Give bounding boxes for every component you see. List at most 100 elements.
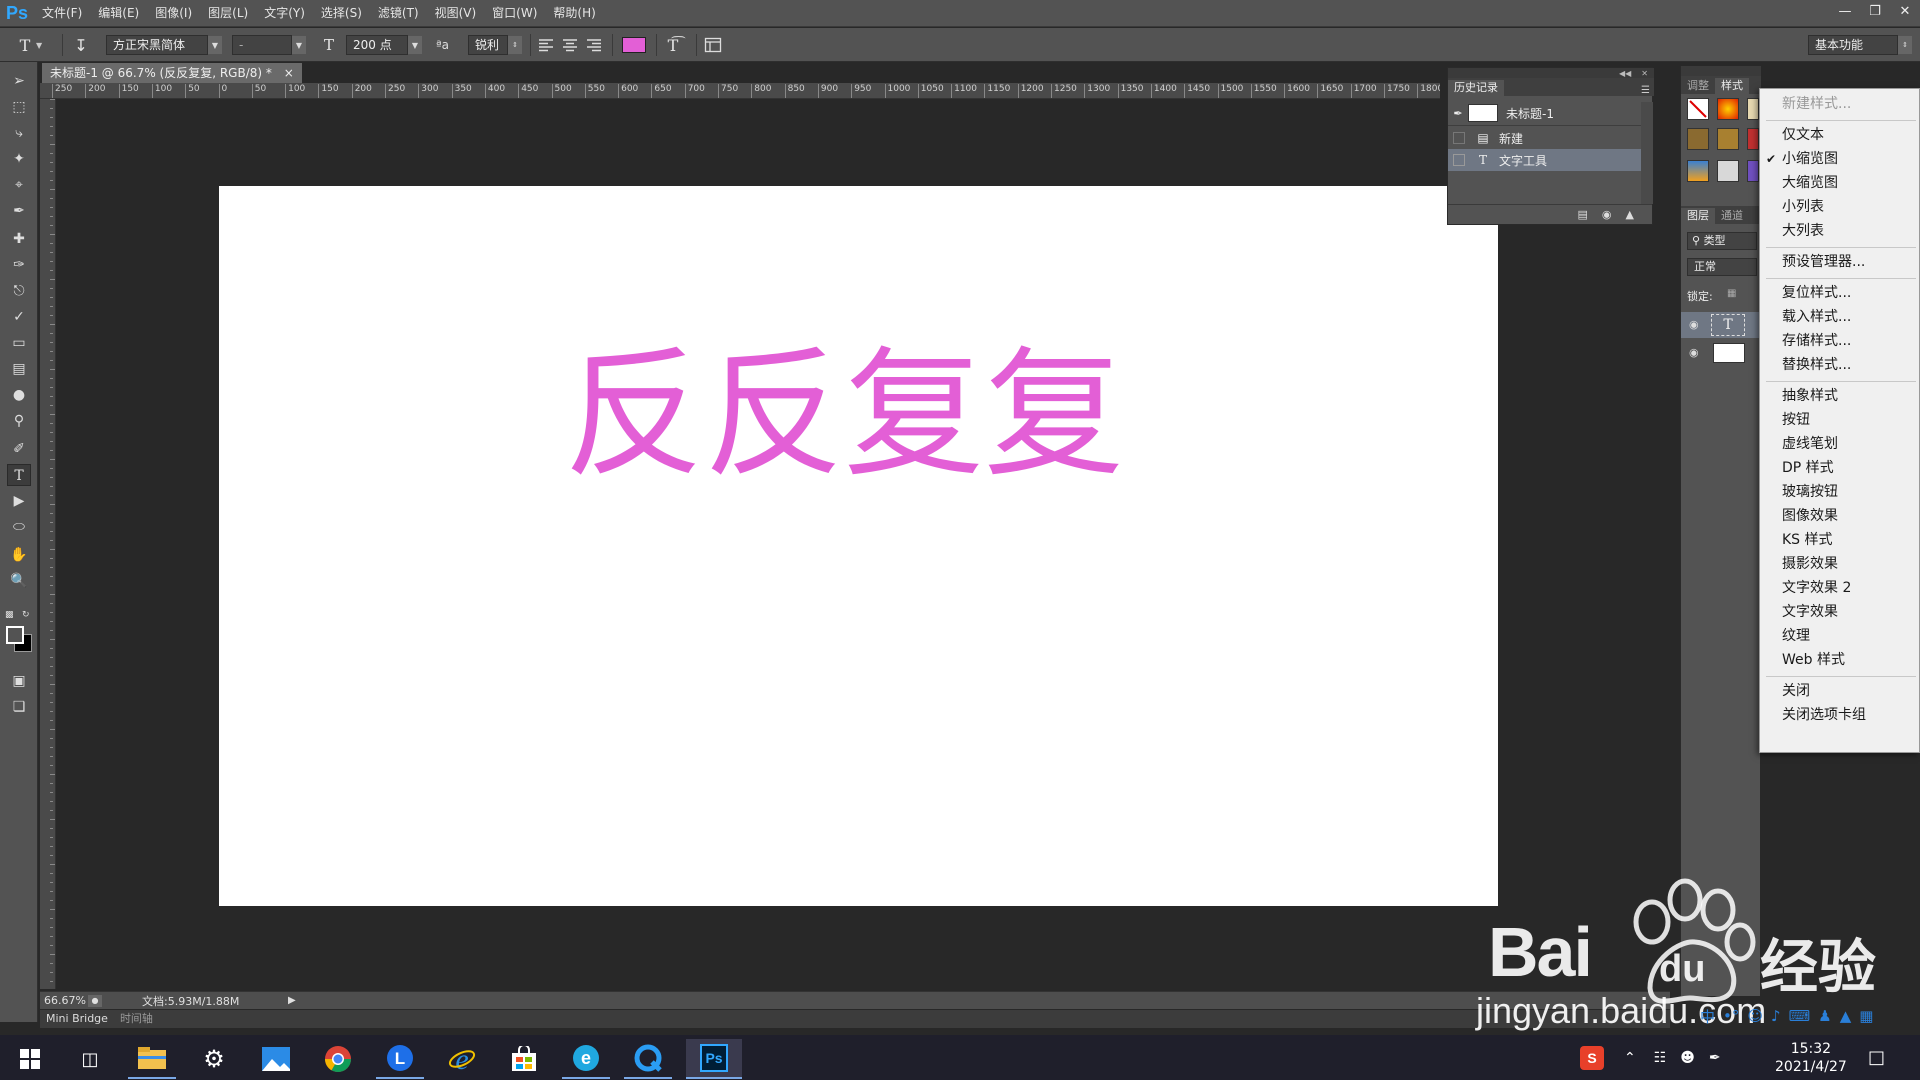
menu-item[interactable]: 文件(F) [34,0,90,27]
history-item-selected[interactable]: T 文字工具 [1448,149,1641,171]
zoom-tool-icon[interactable]: 🔍 [7,570,31,592]
tab-channels[interactable]: 通道 [1715,208,1749,224]
menu-item[interactable]: 编辑(E) [90,0,147,27]
eye-icon[interactable]: ◉ [1689,318,1699,331]
stamp-tool-icon[interactable]: ⎋ [7,280,31,302]
styles-menu-item[interactable]: 大列表 [1760,220,1919,242]
brush-tool-icon[interactable]: ✑ [7,254,31,276]
restore-icon[interactable]: ❐ [1860,0,1890,22]
styles-menu-item[interactable]: ✔ 小缩览图 [1760,148,1919,170]
workspace-select[interactable]: 基本功能 ⇕ [1808,34,1912,56]
antialias-select[interactable]: 锐利 ⇕ [468,34,522,56]
healing-brush-tool-icon[interactable]: ✚ [7,228,31,250]
voice-icon[interactable]: ♪ [1771,1007,1781,1025]
pen-tray-icon[interactable]: ✒ [1709,1050,1721,1066]
tool-preset-picker[interactable]: T ▼ [14,34,43,56]
foreground-color-swatch[interactable] [6,626,24,644]
menu-item[interactable]: 滤镜(T) [370,0,427,27]
history-item[interactable]: ▤ 新建 [1448,127,1641,149]
emoji-icon[interactable]: ☺ [1747,1007,1763,1025]
toggle-orientation-button[interactable]: ↧ [70,34,92,56]
styles-menu-item[interactable]: KS 样式 [1760,529,1919,551]
hand-tool-icon[interactable]: ✋ [7,544,31,566]
crop-tool-icon[interactable]: ⌖ [7,174,31,196]
menu-item[interactable]: 视图(V) [427,0,485,27]
align-center-button[interactable] [562,34,578,56]
styles-menu-item[interactable]: 替换样式... [1760,354,1919,376]
edge-browser-icon[interactable]: e [562,1039,610,1079]
camera-icon[interactable]: ◉ [1602,208,1612,221]
style-swatch[interactable] [1747,98,1759,120]
move-tool-icon[interactable]: ➢ [7,70,31,92]
minimize-icon[interactable]: — [1830,0,1860,22]
collapse-icon[interactable]: ◀◀ [1619,69,1631,78]
menu-item[interactable]: 窗口(W) [484,0,545,27]
font-size-select[interactable]: 200 点 ▼ [346,34,422,56]
styles-menu-item[interactable]: 文字效果 [1760,601,1919,623]
document-tab[interactable]: 未标题-1 @ 66.7% (反反复复, RGB/8) * × [42,63,302,83]
font-style-select[interactable]: - ▼ [232,34,306,56]
styles-menu-item[interactable]: 载入样式... [1760,306,1919,328]
styles-menu-item[interactable]: DP 样式 [1760,457,1919,479]
tab-adjustments[interactable]: 调整 [1681,78,1715,94]
canvas-text-layer[interactable]: 反反复复 [564,346,1124,486]
settings-gear-icon[interactable]: ⚙ [190,1039,238,1079]
zoom-level[interactable]: 66.67% [40,994,88,1007]
menu-item[interactable]: 图层(L) [200,0,256,27]
network-icon[interactable]: ☷ [1654,1050,1667,1066]
user-icon[interactable]: ♟ [1818,1007,1831,1025]
store-icon[interactable] [500,1039,548,1079]
warp-text-button[interactable]: T͡ [662,34,684,56]
history-snapshot[interactable]: ✒ 未标题-1 [1448,102,1641,124]
lasso-tool-icon[interactable]: ⤷ [7,122,31,144]
new-document-icon[interactable]: ▤ [1578,208,1588,221]
tab-mini-bridge[interactable]: Mini Bridge [40,1010,114,1028]
chevron-up-icon[interactable]: ⌃ [1624,1050,1636,1066]
status-menu-arrow-icon[interactable]: ▶ [288,995,296,1006]
blur-tool-icon[interactable]: ● [7,384,31,406]
style-swatch[interactable] [1687,128,1709,150]
styles-menu-item[interactable]: 大缩览图 [1760,172,1919,194]
style-swatch[interactable] [1717,128,1739,150]
styles-menu-item[interactable]: 按钮 [1760,409,1919,431]
chrome-icon[interactable] [314,1039,362,1079]
gradient-tool-icon[interactable]: ▤ [7,358,31,380]
sogou-ime-icon[interactable]: S [1580,1045,1604,1070]
history-source-checkbox[interactable] [1453,132,1465,144]
toggle-panels-button[interactable] [704,34,722,56]
font-family-select[interactable]: 方正宋黑简体 ▼ [106,34,222,56]
task-view-icon[interactable]: ◫ [66,1039,114,1079]
styles-menu-item[interactable]: 预设管理器... [1760,251,1919,273]
styles-menu-item[interactable]: 虚线笔划 [1760,433,1919,455]
history-source-checkbox[interactable] [1453,154,1465,166]
lock-transparency-icon[interactable]: ▦ [1727,288,1736,299]
photos-app-icon[interactable] [252,1039,300,1079]
style-none-swatch[interactable] [1687,98,1709,120]
menu-item[interactable]: 文字(Y) [256,0,313,27]
style-swatch[interactable] [1747,160,1759,182]
eye-icon[interactable]: ◉ [1689,346,1699,359]
ellipse-tool-icon[interactable]: ⬭ [7,516,31,538]
styles-menu-item[interactable]: 抽象样式 [1760,385,1919,407]
styles-menu-item[interactable]: 文字效果 2 [1760,577,1919,599]
layer-row-text-selected[interactable]: ◉ T [1681,312,1761,338]
blend-mode-select[interactable]: 正常 [1687,258,1757,276]
eraser-tool-icon[interactable]: ▭ [7,332,31,354]
styles-menu-item[interactable]: 玻璃按钮 [1760,481,1919,503]
default-colors-icon[interactable]: ▩ [5,610,15,620]
eyedropper-tool-icon[interactable]: ✒ [7,200,31,222]
punctuation-icon[interactable]: •° [1723,1007,1739,1025]
document-canvas[interactable]: 反反复复 [219,186,1498,906]
styles-menu-item[interactable]: 复位样式... [1760,282,1919,304]
ime-mode-label[interactable]: 中 [1700,1006,1715,1027]
file-explorer-icon[interactable] [128,1039,176,1079]
tools-grid-icon[interactable]: ▦ [1859,1007,1873,1025]
skin-icon[interactable]: ▲ [1840,1007,1852,1025]
swap-colors-icon[interactable]: ↻ [22,610,32,620]
keyboard-icon[interactable]: ⌨ [1789,1007,1811,1025]
marquee-tool-icon[interactable]: ⬚ [7,96,31,118]
app-l-icon[interactable]: L [376,1039,424,1079]
type-tool-icon[interactable]: T [7,464,31,486]
screen-mode-icon[interactable]: ❏ [7,696,31,718]
styles-menu-item[interactable]: 图像效果 [1760,505,1919,527]
